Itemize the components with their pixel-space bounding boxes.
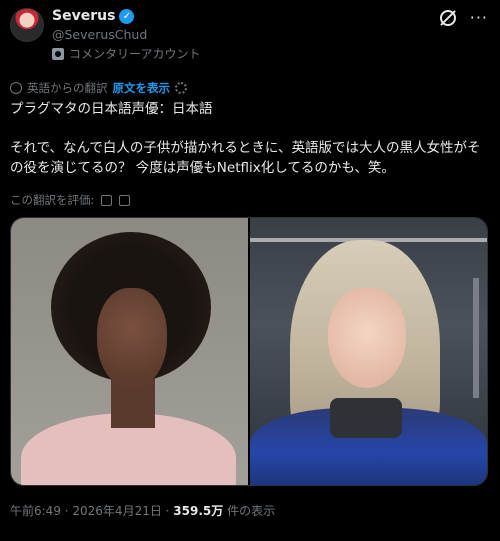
- translate-icon: [10, 82, 22, 94]
- account-label: コメンタリーアカウント: [52, 45, 201, 62]
- translation-row: 英語からの翻訳 原文を表示: [10, 80, 187, 96]
- thumbs-down-icon[interactable]: [119, 194, 131, 206]
- verified-badge-icon[interactable]: ✓: [119, 8, 135, 24]
- photo-right-collar: [330, 398, 402, 438]
- post-meta: 午前6:49 · 2026年4月21日 · 359.5万 件の表示: [10, 502, 275, 519]
- commentary-badge-icon: [52, 47, 64, 60]
- grok-icon[interactable]: [439, 10, 456, 26]
- display-name[interactable]: Severus: [52, 8, 115, 24]
- photo-right-wall-panel: [473, 278, 479, 398]
- photo-right-face: [328, 288, 406, 388]
- show-original-link[interactable]: 原文を表示: [113, 80, 171, 96]
- views-count: 359.5万: [173, 504, 224, 518]
- post-timestamp[interactable]: 午前6:49 · 2026年4月21日 ·: [10, 504, 173, 518]
- views-label: 件の表示: [223, 504, 276, 518]
- header-actions: ···: [439, 10, 488, 26]
- rate-translation-row: この翻訳を評価:: [10, 192, 131, 208]
- gear-icon[interactable]: [175, 82, 187, 94]
- media-grid: [10, 217, 488, 486]
- tweet-post: Severus ✓ @SeverusChud コメンタリーアカウント ··· 英…: [0, 0, 500, 541]
- translation-label: 英語からの翻訳: [27, 81, 108, 95]
- media-photo-left[interactable]: [11, 218, 248, 485]
- handle[interactable]: @SeverusChud: [52, 27, 147, 42]
- more-icon[interactable]: ···: [470, 10, 488, 26]
- thumbs-up-icon[interactable]: [101, 194, 113, 206]
- media-photo-right[interactable]: [250, 218, 487, 485]
- tweet-text: プラグマタの日本語声優：日本語 それで、なんで白人の子供が描かれるときに、英語版…: [10, 101, 481, 176]
- photo-left-face: [97, 288, 167, 388]
- author-name-row: Severus ✓: [52, 8, 135, 24]
- account-label-text: コメンタリーアカウント: [69, 47, 201, 61]
- avatar[interactable]: [10, 8, 44, 42]
- rate-translation-label: この翻訳を評価:: [10, 193, 95, 207]
